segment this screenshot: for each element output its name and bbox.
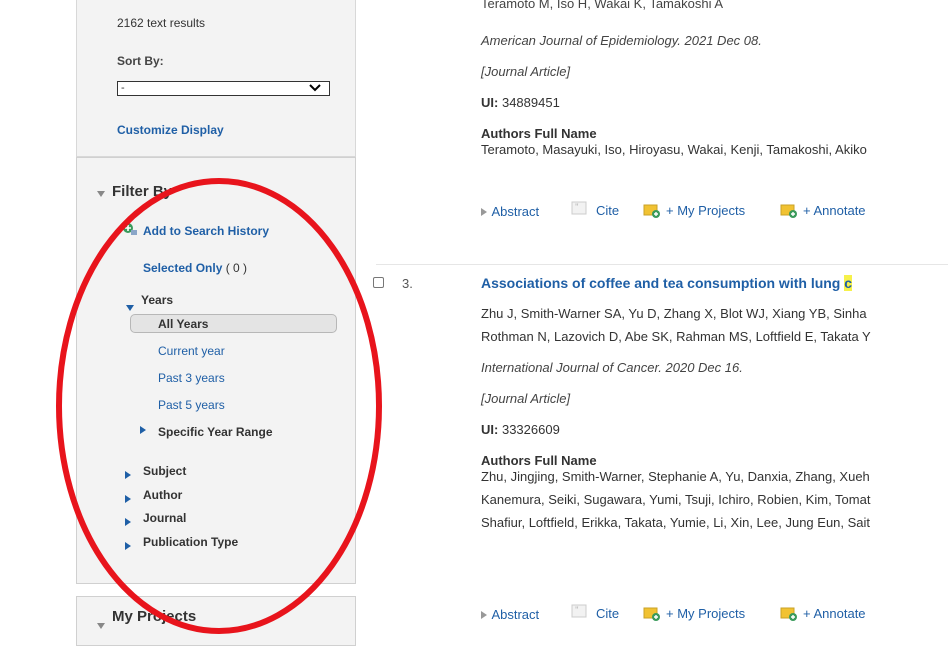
svg-text:": " — [575, 202, 579, 212]
triangle-right-icon — [481, 208, 487, 216]
ui-label: UI: — [481, 422, 499, 437]
result-title: Associations of coffee and tea consumpti… — [481, 275, 845, 291]
svg-text:": " — [575, 605, 579, 615]
sort-label: Sort By: — [117, 54, 164, 68]
facet-publication-type[interactable]: Publication Type — [143, 535, 238, 549]
cite-link[interactable]: Cite — [596, 606, 619, 621]
subject-toggle[interactable] — [125, 466, 131, 484]
annotate-link[interactable]: + Annotate — [803, 203, 866, 218]
triangle-right-icon — [140, 426, 146, 434]
result-title-link[interactable]: Associations of coffee and tea consumpti… — [481, 275, 853, 291]
add-to-my-projects-link[interactable]: + My Projects — [666, 203, 745, 218]
triangle-down-icon — [97, 191, 105, 197]
triangle-right-icon — [481, 611, 487, 619]
result-number: 3. — [402, 276, 413, 291]
result-full-names-line2: Kanemura, Seiki, Sugawara, Yumi, Tsuji, … — [481, 492, 871, 507]
publication-type-toggle[interactable] — [125, 537, 131, 555]
my-projects-toggle[interactable] — [97, 616, 105, 634]
prev-type: [Journal Article] — [481, 64, 571, 79]
ui-value: 33326609 — [501, 422, 560, 437]
year-option-label: All Years — [158, 317, 209, 331]
triangle-right-icon — [125, 518, 131, 526]
selected-only-row[interactable]: Selected Only ( 0 ) — [143, 261, 247, 275]
result-full-name-label: Authors Full Name — [481, 453, 597, 468]
chevron-down-icon — [309, 84, 321, 92]
prev-full-names: Teramoto, Masayuki, Iso, Hiroyasu, Wakai… — [481, 142, 867, 157]
result-authors-line2: Rothman N, Lazovich D, Abe SK, Rahman MS… — [481, 329, 871, 344]
cite-icon: " — [571, 604, 587, 623]
abstract-link[interactable]: Abstract — [491, 204, 539, 219]
result-divider — [376, 264, 948, 265]
result-checkbox[interactable] — [373, 277, 384, 288]
search-term-highlight: c — [844, 275, 853, 291]
journal-toggle[interactable] — [125, 513, 131, 531]
prev-full-name-label: Authors Full Name — [481, 126, 597, 141]
prev-action-row: Abstract — [481, 203, 539, 221]
result-action-row: Abstract — [481, 606, 539, 624]
add-to-my-projects-link[interactable]: + My Projects — [666, 606, 745, 621]
prev-journal: American Journal of Epidemiology. 2021 D… — [481, 33, 762, 48]
results-count: 2162 text results — [117, 16, 206, 30]
triangle-down-icon — [126, 305, 134, 311]
customize-display-link[interactable]: Customize Display — [117, 123, 224, 137]
triangle-right-icon — [125, 495, 131, 503]
abstract-link[interactable]: Abstract — [491, 607, 539, 622]
filter-title: Filter By — [112, 183, 173, 200]
annotate-link[interactable]: + Annotate — [803, 606, 866, 621]
ui-label: UI: — [481, 95, 499, 110]
year-option-past-5-years[interactable]: Past 5 years — [158, 398, 225, 412]
facet-subject[interactable]: Subject — [143, 464, 186, 478]
selected-only-link[interactable]: Selected Only — [143, 261, 222, 275]
year-option-current-year[interactable]: Current year — [158, 344, 225, 358]
year-option-past-3-years[interactable]: Past 3 years — [158, 371, 225, 385]
add-history-icon — [122, 222, 138, 241]
ui-value: 34889451 — [501, 95, 560, 110]
result-authors-line1: Zhu J, Smith-Warner SA, Yu D, Zhang X, B… — [481, 306, 867, 321]
triangle-right-icon — [125, 542, 131, 550]
result-type: [Journal Article] — [481, 391, 571, 406]
triangle-down-icon — [97, 623, 105, 629]
project-folder-icon — [643, 202, 661, 223]
project-folder-icon — [643, 605, 661, 626]
cite-icon: " — [571, 201, 587, 220]
add-to-search-history-link[interactable]: Add to Search History — [143, 224, 269, 238]
annotate-icon — [780, 605, 798, 626]
specific-year-range-toggle[interactable] — [140, 421, 146, 439]
result-full-names-line3: Shafiur, Loftfield, Erikka, Takata, Yumi… — [481, 515, 871, 530]
selected-count: ( 0 ) — [225, 261, 248, 275]
triangle-right-icon — [125, 471, 131, 479]
sort-select[interactable]: - — [117, 81, 330, 96]
prev-authors: Teramoto M, Iso H, Wakai K, Tamakoshi A — [481, 0, 724, 11]
sort-select-value: - — [121, 82, 125, 94]
years-label[interactable]: Years — [141, 293, 173, 307]
result-ui: UI: 33326609 — [481, 422, 560, 437]
result-journal: International Journal of Cancer. 2020 De… — [481, 360, 743, 375]
result-full-names-line1: Zhu, Jingjing, Smith-Warner, Stephanie A… — [481, 469, 870, 484]
cite-link[interactable]: Cite — [596, 203, 619, 218]
my-projects-title: My Projects — [112, 608, 197, 625]
facet-author[interactable]: Author — [143, 488, 182, 502]
annotate-icon — [780, 202, 798, 223]
filter-collapse-toggle[interactable] — [97, 184, 105, 202]
author-toggle[interactable] — [125, 490, 131, 508]
facet-journal[interactable]: Journal — [143, 511, 186, 525]
specific-year-range-label[interactable]: Specific Year Range — [158, 425, 273, 439]
prev-ui: UI: 34889451 — [481, 95, 560, 110]
